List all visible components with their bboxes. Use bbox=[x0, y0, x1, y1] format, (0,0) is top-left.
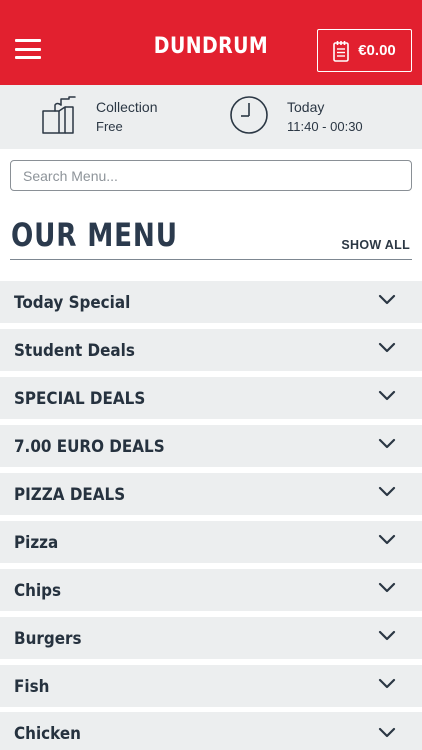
category-today-special[interactable]: Today Special bbox=[0, 281, 422, 323]
chevron-down-icon bbox=[378, 630, 396, 641]
category-fish[interactable]: Fish bbox=[0, 665, 422, 707]
chevron-down-icon bbox=[378, 678, 396, 689]
chevron-down-icon bbox=[378, 486, 396, 497]
chevron-down-icon bbox=[378, 342, 396, 353]
category-pizza[interactable]: Pizza bbox=[0, 521, 422, 563]
chevron-down-icon bbox=[378, 438, 396, 449]
chevron-down-icon bbox=[378, 727, 396, 738]
chevron-down-icon bbox=[378, 294, 396, 305]
order-type[interactable]: Collection Free bbox=[96, 97, 157, 137]
clock-icon[interactable] bbox=[229, 95, 269, 135]
category-chips[interactable]: Chips bbox=[0, 569, 422, 611]
collection-bag-icon[interactable] bbox=[39, 95, 77, 135]
category-label: Burgers bbox=[14, 628, 82, 648]
cart-button[interactable]: €0.00 bbox=[317, 29, 412, 72]
category-special-deals[interactable]: SPECIAL DEALS bbox=[0, 377, 422, 419]
category-label: Chicken bbox=[14, 723, 81, 743]
category-label: 7.00 EURO DEALS bbox=[14, 436, 165, 456]
category-label: Chips bbox=[14, 580, 62, 600]
category-burgers[interactable]: Burgers bbox=[0, 617, 422, 659]
order-time[interactable]: Today 11:40 - 00:30 bbox=[287, 97, 363, 137]
order-time-title: Today bbox=[287, 99, 325, 115]
search-menu-input[interactable] bbox=[10, 160, 412, 191]
category-student-deals[interactable]: Student Deals bbox=[0, 329, 422, 371]
heading-divider bbox=[10, 259, 412, 260]
category-label: Student Deals bbox=[14, 340, 135, 360]
chevron-down-icon bbox=[378, 582, 396, 593]
chevron-down-icon bbox=[378, 534, 396, 545]
category-chicken[interactable]: Chicken bbox=[0, 712, 422, 750]
category-label: PIZZA DEALS bbox=[14, 484, 126, 504]
category-pizza-deals[interactable]: PIZZA DEALS bbox=[0, 473, 422, 515]
category-label: Today Special bbox=[14, 292, 131, 312]
app-header: DUNDRUM €0.00 bbox=[0, 0, 422, 85]
category-label: Pizza bbox=[14, 532, 59, 552]
order-type-title: Collection bbox=[96, 99, 158, 115]
cart-total: €0.00 bbox=[358, 42, 396, 59]
order-type-value: Free bbox=[96, 119, 123, 134]
order-time-value: 11:40 - 00:30 bbox=[287, 119, 363, 134]
menu-heading: OUR MENU bbox=[11, 216, 178, 254]
receipt-icon bbox=[333, 40, 350, 62]
category-label: Fish bbox=[14, 676, 50, 696]
chevron-down-icon bbox=[378, 390, 396, 401]
category-euro-deals[interactable]: 7.00 EURO DEALS bbox=[0, 425, 422, 467]
order-info-bar: Collection Free Today 11:40 - 00:30 bbox=[0, 85, 422, 149]
show-all-link[interactable]: SHOW ALL bbox=[341, 238, 410, 252]
category-label: SPECIAL DEALS bbox=[14, 388, 146, 408]
